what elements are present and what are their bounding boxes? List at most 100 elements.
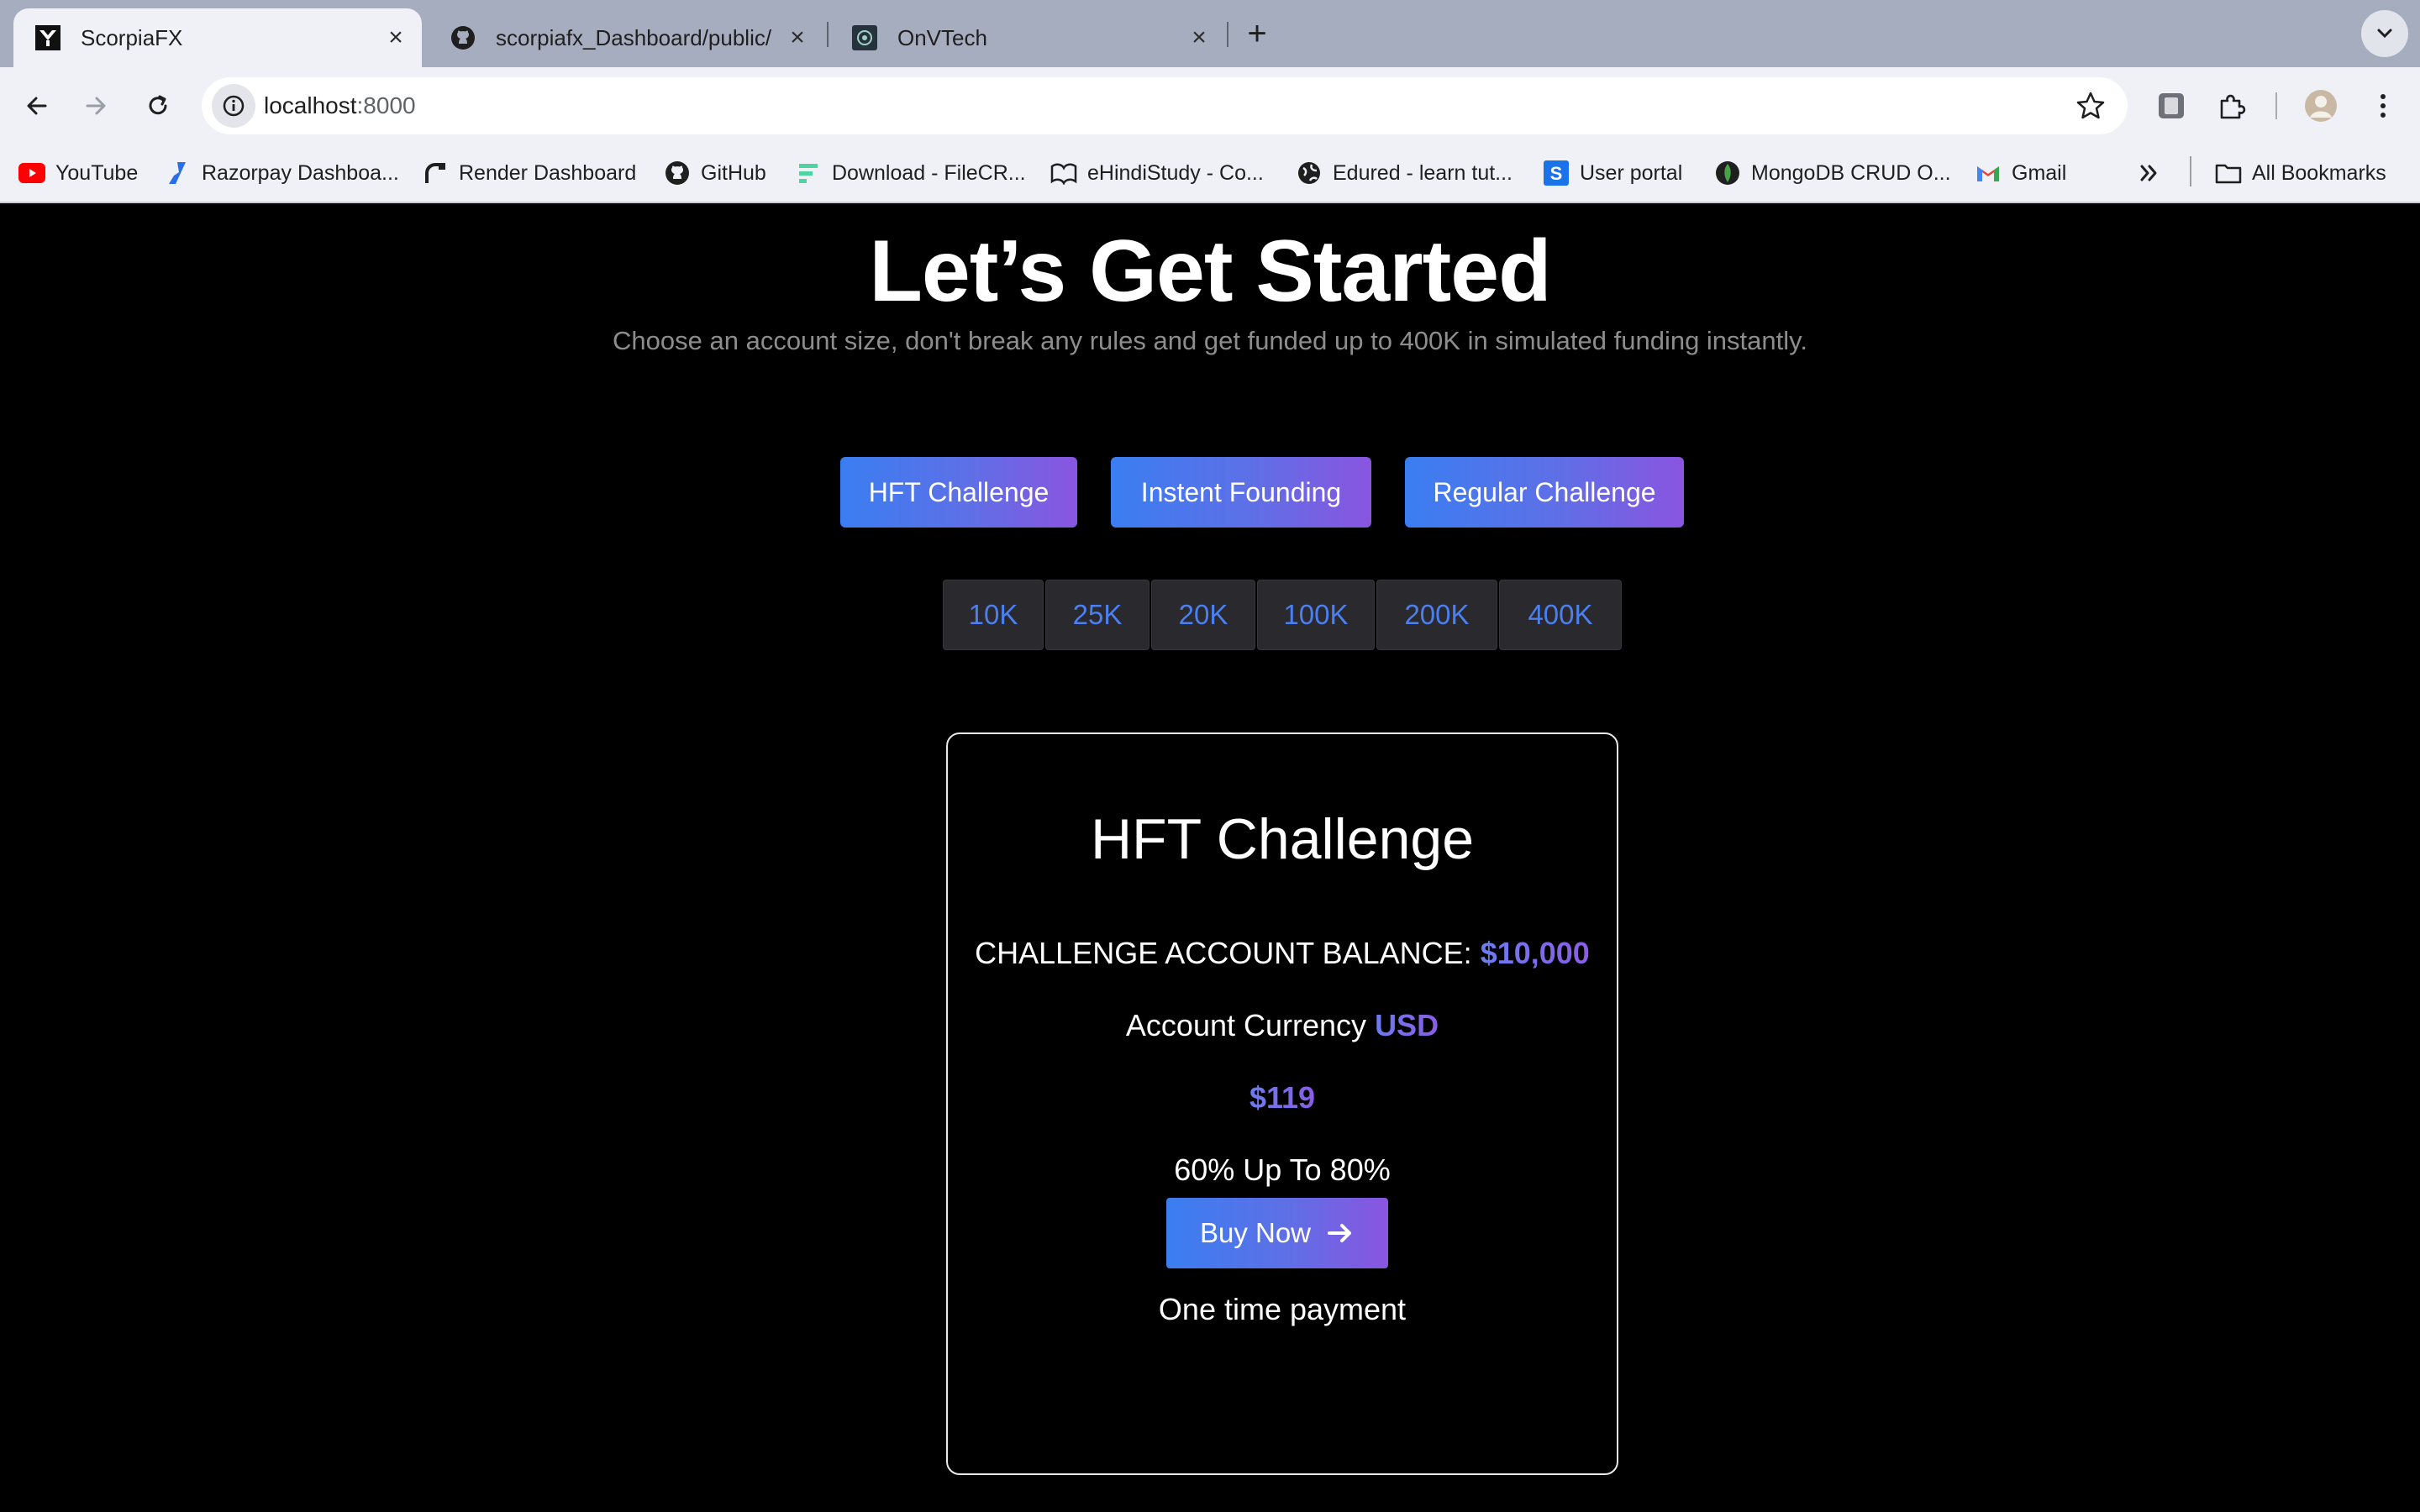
profile-avatar[interactable] [2301,86,2341,126]
tab-divider [1227,22,1228,47]
bookmark-user-portal[interactable]: S User portal [1543,156,1682,190]
buy-now-label: Buy Now [1199,1217,1312,1248]
bookmarks-divider [2190,156,2191,186]
bookmark-label: eHindiStudy - Co... [1087,160,1264,185]
site-info-icon[interactable] [212,84,255,128]
razorpay-icon [165,160,192,186]
close-tab-icon[interactable]: × [785,25,810,50]
payment-note: One time payment [1158,1292,1407,1326]
all-bookmarks-button[interactable]: All Bookmarks [2215,156,2386,190]
bookmark-label: MongoDB CRUD O... [1751,160,1951,185]
filecr-icon [795,160,822,186]
page-title: Let’s Get Started [869,223,1551,320]
bookmark-filecr[interactable]: Download - FileCR... [795,156,1026,190]
tab-search-button[interactable] [2361,10,2408,57]
buy-now-button[interactable]: Buy Now [1166,1198,1388,1268]
bookmark-label: Download - FileCR... [832,160,1026,185]
size-option-10k[interactable]: 10K [943,580,1044,650]
extension-icon[interactable] [2151,86,2191,126]
currency-label: Account Currency [1125,1008,1367,1042]
bookmark-label: Razorpay Dashboa... [202,160,399,185]
arrow-right-icon [86,97,106,115]
bookmark-label: Edured - learn tut... [1333,160,1513,185]
balance-row: CHALLENGE ACCOUNT BALANCE: $10,000 [948,936,1617,971]
onvtech-logo-icon [852,25,877,50]
ehindistudy-icon [1050,160,1077,186]
url-host: localhost [264,92,357,118]
toolbar-divider [2275,92,2277,119]
page-subtitle: Choose an account size, don't break any … [613,326,1807,355]
bookmark-label: YouTube [55,160,139,185]
gmail-icon [1975,160,2002,186]
github-icon [450,25,476,50]
tab-scorpiafx[interactable]: ScorpiaFX × [13,8,422,67]
bookmark-label: User portal [1580,160,1683,185]
page-content: Let’s Get Started Choose an account size… [0,203,2420,1512]
tab-title: ScorpiaFX [81,24,183,50]
bookmark-label: Gmail [2012,160,2067,185]
browser-menu-icon[interactable] [2363,86,2403,126]
close-tab-icon[interactable]: × [1186,25,1212,50]
globe-icon [1296,160,1323,186]
url-port: :8000 [356,92,416,118]
extensions-puzzle-icon[interactable] [2212,86,2252,126]
size-option-100k[interactable]: 100K [1257,580,1375,650]
account-size-selector: 10K 25K 20K 100K 200K 400K [943,580,1623,650]
scorpiafx-logo-icon [35,25,60,50]
bookmark-github[interactable]: GitHub [664,156,766,190]
tab-onvtech[interactable]: OnVTech × [830,8,1225,67]
tab-title: OnVTech [897,24,987,50]
back-button[interactable] [17,86,57,126]
browser-tabstrip: ScorpiaFX × scorpiafx_Dashboard/public/ … [0,0,2420,67]
bookmark-mongodb[interactable]: MongoDB CRUD O... [1714,156,1951,190]
bookmark-edured[interactable]: Edured - learn tut... [1296,156,1512,190]
arrow-right-icon [1326,1219,1355,1247]
github-icon [664,160,691,186]
currency-value: USD [1375,1008,1439,1042]
price-value: $119 [1249,1080,1316,1115]
browser-toolbar: localhost:8000 [0,67,2420,144]
new-tab-button[interactable]: + [1242,15,1272,52]
chevron-down-icon [2377,29,2392,39]
tab-github-dashboard[interactable]: scorpiafx_Dashboard/public/ × [429,8,823,67]
bookmark-gmail[interactable]: Gmail [1975,156,2066,190]
arrow-left-icon [27,97,47,115]
hft-challenge-button[interactable]: HFT Challenge [840,457,1077,528]
instent-founding-button[interactable]: Instent Founding [1111,457,1371,528]
close-tab-icon[interactable]: × [383,25,408,50]
challenge-card: HFT Challenge CHALLENGE ACCOUNT BALANCE:… [946,732,1618,1475]
bookmark-ehindistudy[interactable]: eHindiStudy - Co... [1050,156,1264,190]
bookmark-label: All Bookmarks [2252,160,2386,185]
tab-divider [827,22,829,47]
balance-value: $10,000 [1480,936,1590,970]
bookmark-youtube[interactable]: YouTube [18,156,138,190]
more-bookmarks-button[interactable] [2138,156,2161,190]
reload-button[interactable] [138,86,178,126]
size-option-20k[interactable]: 20K [1151,580,1255,650]
bookmark-label: Render Dashboard [459,160,637,185]
size-option-400k[interactable]: 400K [1499,580,1622,650]
user-portal-icon: S [1543,160,1570,186]
youtube-icon [18,160,45,186]
bookmark-render[interactable]: Render Dashboard [422,156,636,190]
url-text[interactable]: localhost:8000 [264,92,416,119]
currency-row: Account Currency USD [948,1008,1617,1043]
render-icon [422,160,449,186]
bookmark-star-icon[interactable] [2074,89,2107,123]
mongodb-icon [1714,160,1741,186]
tab-title: scorpiafx_Dashboard/public/ [496,24,772,50]
bookmarks-bar: YouTube Razorpay Dashboa... Render Dashb… [0,144,2420,203]
bookmark-razorpay[interactable]: Razorpay Dashboa... [165,156,399,190]
double-chevron-right-icon [2140,165,2157,181]
regular-challenge-button[interactable]: Regular Challenge [1405,457,1684,528]
size-option-25k[interactable]: 25K [1045,580,1150,650]
profit-split: 60% Up To 80% [1174,1152,1391,1187]
svg-text:S: S [1550,163,1563,184]
size-option-200k[interactable]: 200K [1376,580,1497,650]
reload-icon [149,95,167,115]
forward-button[interactable] [76,86,116,126]
bookmark-label: GitHub [701,160,766,185]
folder-icon [2215,160,2242,186]
address-bar[interactable]: localhost:8000 [202,77,2128,134]
card-title: HFT Challenge [1090,807,1475,871]
